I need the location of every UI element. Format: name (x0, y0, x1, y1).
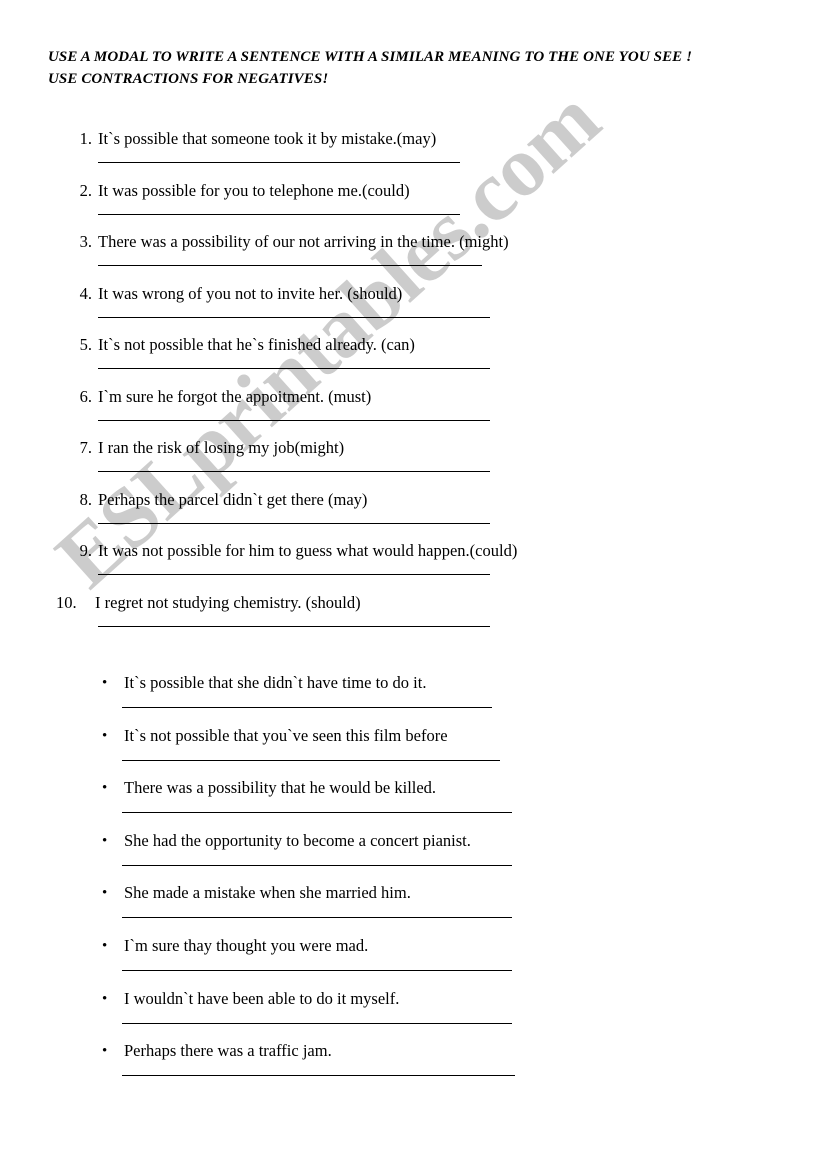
exercise-sentence: She had the opportunity to become a conc… (124, 830, 471, 850)
answer-write-in-line[interactable] (122, 969, 512, 971)
numbered-exercise-item: 8. Perhaps the parcel didn`t get there (m… (0, 489, 821, 541)
instructions-line-2: USE CONTRACTIONS FOR NEGATIVES! (48, 71, 329, 87)
instructions-line-1: USE A MODAL TO WRITE A SENTENCE WITH A S… (48, 49, 693, 65)
exercise-sentence: There was a possibility that he would be… (124, 778, 437, 798)
numbered-exercise-item: 4. It was wrong of you not to invite her.… (0, 283, 821, 335)
exercise-sentence: There was a possibility of our not arriv… (98, 232, 509, 251)
worksheet-page: ESLprintables.com USE A MODAL TO WRITE A… (0, 0, 821, 1169)
bullet-icon: • (102, 937, 108, 954)
numbered-exercise-item: 2. It was possible for you to telephone m… (0, 180, 821, 232)
numbered-exercise-list: 1. It`s possible that someone took it by … (0, 128, 821, 643)
instructions-heading: USE A MODAL TO WRITE A SENTENCE WITH A S… (48, 46, 778, 90)
exercise-sentence: It`s not possible that he`s finished alr… (98, 335, 415, 354)
answer-write-in-line[interactable] (122, 812, 512, 814)
exercise-sentence: It`s possible that she didn`t have time … (124, 673, 427, 692)
bullet-icon: • (102, 832, 108, 849)
numbered-exercise-item: 10. I regret not studying chemistry. (sho… (0, 592, 821, 644)
exercise-sentence: I ran the risk of losing my job(might) (98, 438, 345, 457)
answer-write-in-line[interactable] (122, 707, 492, 708)
exercise-number: 5. (79, 335, 92, 354)
bulleted-exercise-item: • Perhaps there was a traffic jam. (0, 1040, 821, 1093)
answer-write-in-line[interactable] (122, 917, 512, 919)
answer-write-in-line[interactable] (122, 759, 500, 761)
answer-write-in-line[interactable] (122, 1022, 512, 1024)
bulleted-exercise-item: • I`m sure thay thought you were mad. (0, 935, 821, 988)
bulleted-exercise-item: • There was a possibility that he would b… (0, 777, 821, 830)
answer-write-in-line[interactable] (122, 864, 512, 866)
exercise-number: 9. (79, 541, 92, 560)
exercise-number: 2. (79, 180, 92, 200)
exercise-sentence: I`m sure thay thought you were mad. (124, 935, 369, 955)
answer-write-in-line[interactable] (98, 213, 460, 215)
exercise-number: 6. (79, 386, 92, 406)
bulleted-exercise-item: • It`s not possible that you`ve seen this… (0, 725, 821, 778)
bullet-icon: • (102, 780, 108, 797)
exercise-sentence: She made a mistake when she married him. (124, 883, 411, 903)
answer-write-in-line[interactable] (98, 522, 490, 524)
answer-write-in-line[interactable] (98, 419, 490, 421)
bullet-icon: • (102, 1043, 108, 1060)
numbered-exercise-item: 9. It was not possible for him to guess w… (0, 540, 821, 592)
bullet-icon: • (102, 675, 108, 691)
answer-write-in-line[interactable] (98, 316, 490, 318)
bulleted-exercise-item: • It`s possible that she didn`t have time… (0, 672, 821, 725)
numbered-exercise-item: 1. It`s possible that someone took it by … (0, 128, 821, 180)
answer-write-in-line[interactable] (122, 1075, 515, 1077)
exercise-sentence: I wouldn`t have been able to do it mysel… (124, 988, 400, 1008)
exercise-number: 7. (79, 438, 92, 457)
exercise-sentence: It was not possible for him to guess wha… (98, 541, 518, 560)
exercise-sentence: Perhaps the parcel didn`t get there (may… (98, 489, 368, 509)
exercise-number: 4. (79, 283, 92, 303)
answer-write-in-line[interactable] (98, 574, 490, 575)
bullet-icon: • (102, 727, 108, 744)
exercise-sentence: It`s not possible that you`ve seen this … (124, 725, 448, 745)
answer-write-in-line[interactable] (98, 625, 490, 627)
bulleted-exercise-list: • It`s possible that she didn`t have time… (0, 672, 821, 1093)
exercise-number: 3. (79, 232, 92, 251)
bullet-icon: • (102, 990, 108, 1007)
numbered-exercise-item: 7. I ran the risk of losing my job(might) (0, 437, 821, 489)
answer-write-in-line[interactable] (98, 265, 482, 266)
exercise-sentence: It`s possible that someone took it by mi… (98, 129, 437, 148)
bulleted-exercise-item: • She had the opportunity to become a con… (0, 830, 821, 883)
exercise-sentence: It was wrong of you not to invite her. (… (98, 283, 403, 303)
answer-write-in-line[interactable] (98, 471, 490, 472)
numbered-exercise-item: 3. There was a possibility of our not arr… (0, 231, 821, 283)
exercise-sentence: It was possible for you to telephone me.… (98, 180, 410, 200)
bulleted-exercise-item: • She made a mistake when she married him… (0, 882, 821, 935)
exercise-number: 1. (79, 129, 92, 148)
exercise-number: 10. (56, 592, 77, 612)
bullet-icon: • (102, 885, 108, 902)
answer-write-in-line[interactable] (98, 368, 490, 369)
exercise-number: 8. (79, 489, 92, 509)
exercise-sentence: I regret not studying chemistry. (should… (95, 592, 361, 612)
numbered-exercise-item: 5. It`s not possible that he`s finished a… (0, 334, 821, 386)
bulleted-exercise-item: • I wouldn`t have been able to do it myse… (0, 988, 821, 1041)
exercise-sentence: I`m sure he forgot the appoitment. (must… (98, 386, 372, 406)
answer-write-in-line[interactable] (98, 162, 460, 163)
exercise-sentence: Perhaps there was a traffic jam. (124, 1041, 332, 1061)
numbered-exercise-item: 6. I`m sure he forgot the appoitment. (mu… (0, 386, 821, 438)
